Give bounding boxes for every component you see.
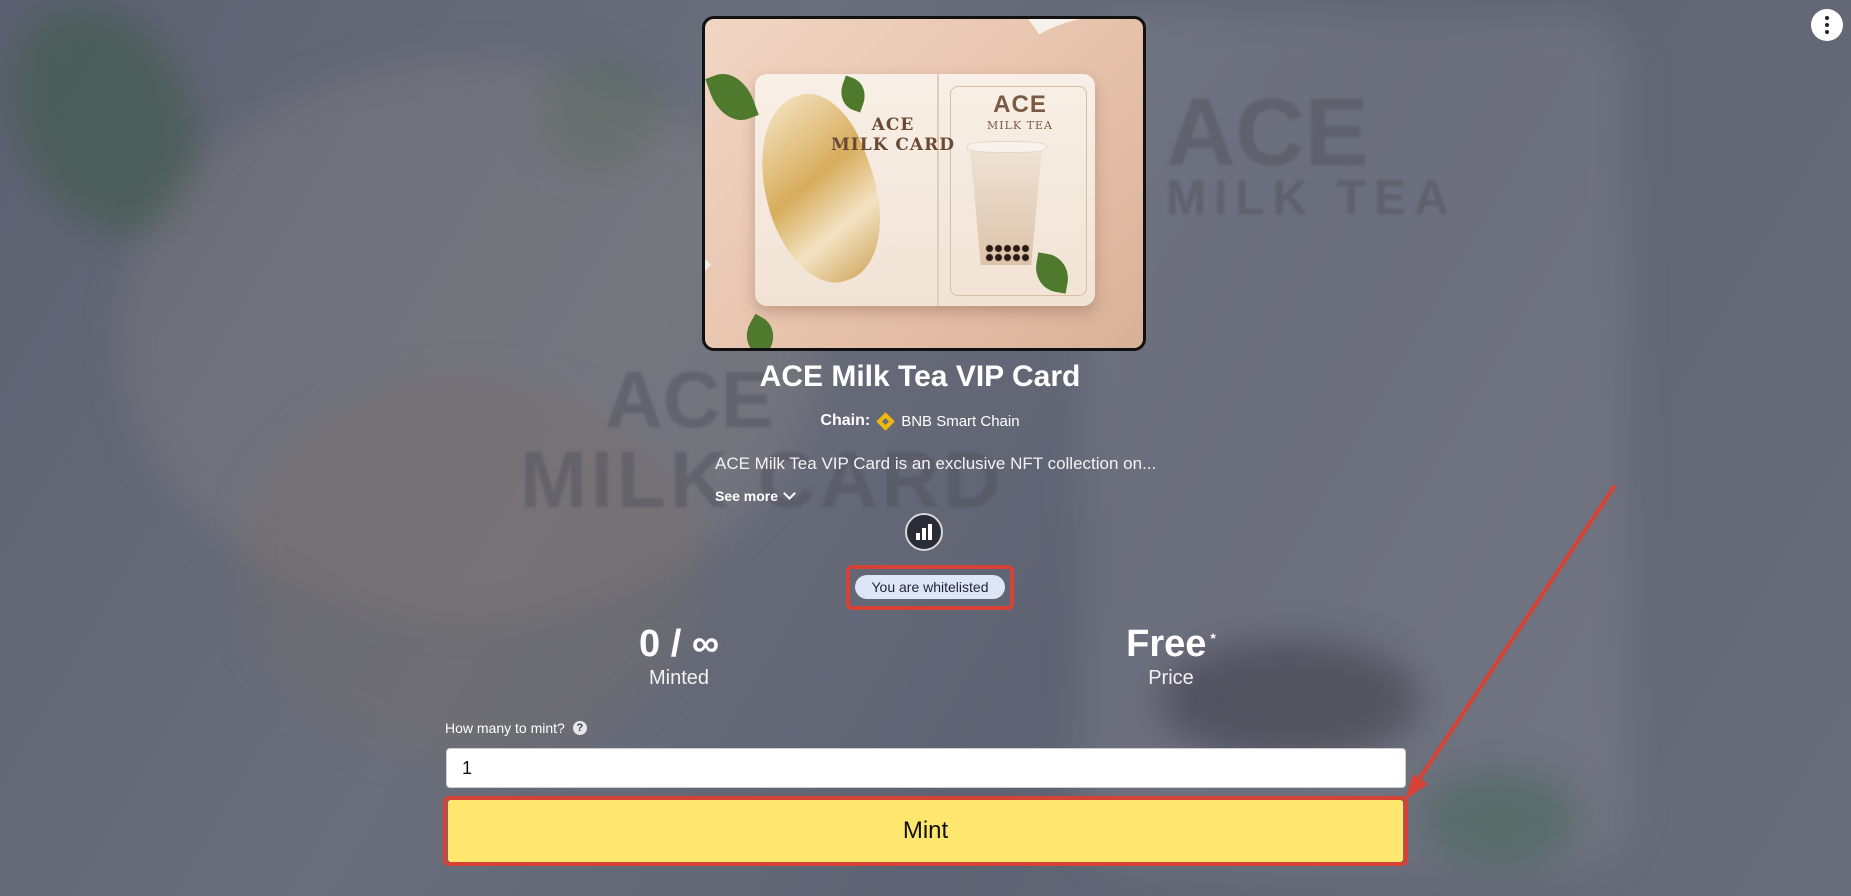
quantity-label: How many to mint? ? (445, 720, 587, 736)
background-brand-subtext: MILK TEA (1166, 172, 1457, 225)
see-more-link[interactable]: See more (715, 487, 796, 504)
collection-title: ACE Milk Tea VIP Card (759, 360, 1081, 393)
price-stat: Free * Price (1051, 622, 1291, 690)
collection-description: ACE Milk Tea VIP Card is an exclusive NF… (715, 454, 1157, 473)
minted-count: 0 / ∞ (639, 623, 719, 665)
card-title: ACE MILK CARD (830, 115, 955, 155)
leaf-icon (705, 66, 759, 128)
background-card-subtext: MILK CARD (520, 435, 1005, 524)
price-value: Free (1126, 623, 1207, 665)
price-footnote-marker: * (1210, 630, 1216, 646)
creator-logo-icon[interactable] (905, 513, 943, 551)
see-more-label: See more (715, 488, 779, 504)
chevron-down-icon (783, 487, 796, 500)
bnb-icon (876, 411, 895, 431)
background-brand-text: ACE (1166, 79, 1369, 186)
boba-pearls (985, 244, 1029, 262)
card-brand-sub: MILK TEA (987, 119, 1053, 132)
price-label: Price (1148, 667, 1194, 689)
more-vertical-icon (1825, 16, 1829, 20)
minted-stat: 0 / ∞ Minted (559, 622, 799, 690)
minted-label: Minted (648, 667, 710, 689)
background-leaf (1420, 770, 1580, 870)
chain-info: Chain: BNB Smart Chain (0, 411, 1840, 431)
whitelist-badge: You are whitelisted (855, 575, 1005, 599)
more-options-button[interactable] (1811, 9, 1843, 41)
chain-label: Chain: (820, 412, 871, 429)
card-brand: ACE (993, 91, 1047, 118)
nft-image: ACE MILK CARD ACE MILK TEA (702, 16, 1146, 351)
chain-name: BNB Smart Chain (901, 412, 1020, 430)
mint-button[interactable]: Mint (448, 800, 1403, 862)
question-icon[interactable]: ? (572, 721, 587, 735)
quantity-input[interactable] (446, 748, 1406, 788)
